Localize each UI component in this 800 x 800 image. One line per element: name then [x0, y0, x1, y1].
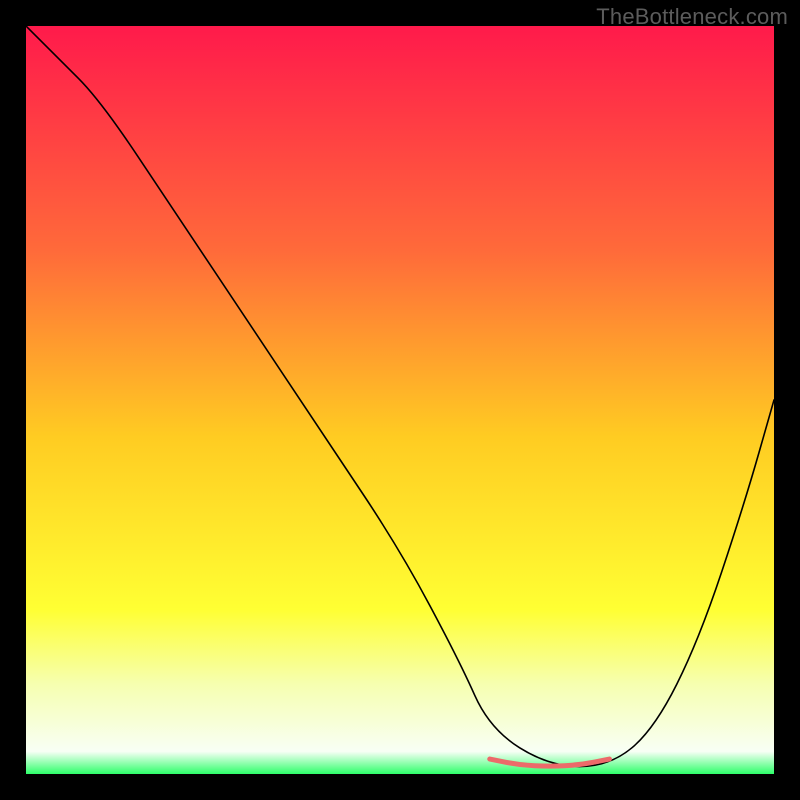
chart-frame: TheBottleneck.com	[0, 0, 800, 800]
watermark-text: TheBottleneck.com	[596, 4, 788, 30]
chart-svg	[26, 26, 774, 774]
gradient-background	[26, 26, 774, 774]
plot-area	[26, 26, 774, 774]
